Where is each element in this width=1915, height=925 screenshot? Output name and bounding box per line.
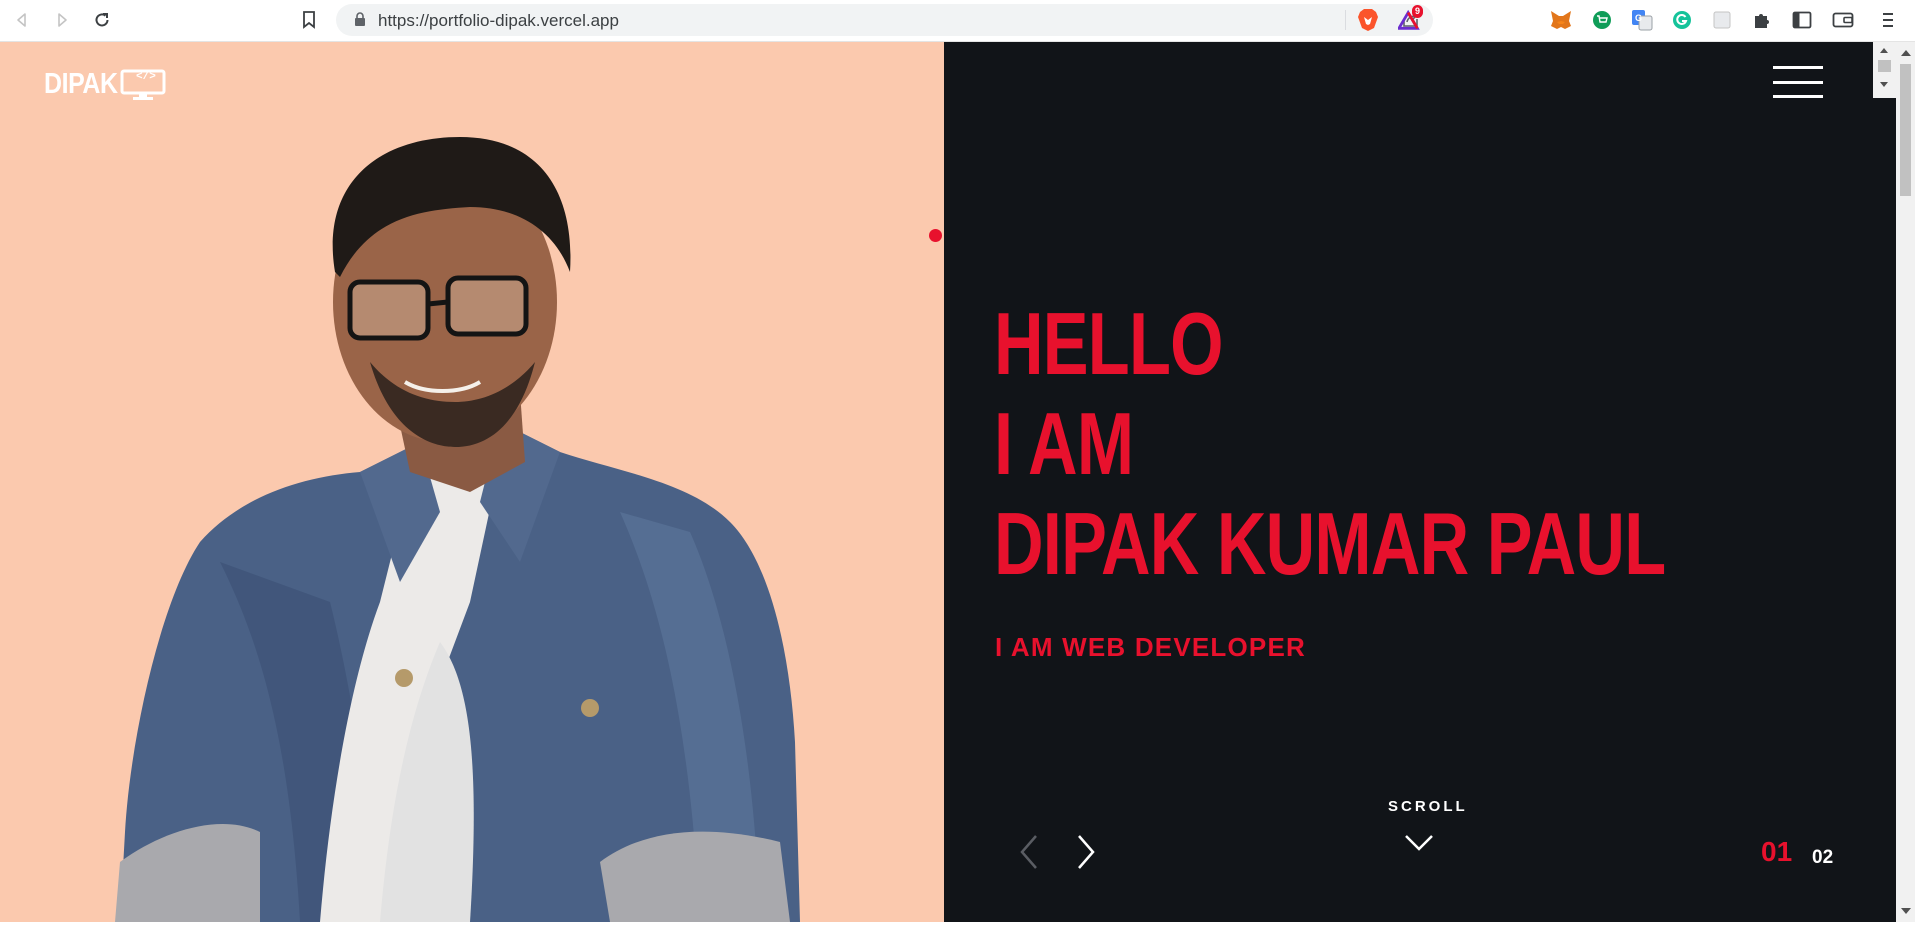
sidebar-icon	[1792, 11, 1812, 29]
hero-headline: HELLO I AM DIPAK KUMAR PAUL	[994, 294, 1666, 594]
forward-arrow-icon	[58, 13, 67, 27]
headline-line-1: HELLO	[994, 294, 1223, 393]
hamburger-menu-button[interactable]	[1773, 66, 1823, 98]
hero-subtitle: I AM WEB DEVELOPER	[995, 632, 1306, 662]
shopping-cart-icon	[1593, 11, 1611, 29]
scroll-up-arrow-icon[interactable]	[1901, 50, 1911, 56]
extensions-button[interactable]	[1750, 8, 1774, 32]
brave-rewards-button[interactable]: 9	[1398, 5, 1424, 32]
url-text: https://portfolio-dipak.vercel.app	[378, 11, 619, 30]
hero-image-pane: DIPAK </>	[0, 42, 944, 922]
translate-extension[interactable]: G	[1630, 8, 1654, 32]
chevron-left-icon	[1020, 835, 1037, 869]
next-slide-button[interactable]	[1071, 832, 1101, 872]
headline-line-3: DIPAK KUMAR PAUL	[994, 494, 1666, 593]
inner-scrollbar[interactable]	[1873, 42, 1896, 98]
prev-slide-button[interactable]	[1014, 832, 1044, 872]
inner-scroll-down-icon	[1880, 82, 1888, 87]
extension-placeholder-icon	[1713, 11, 1731, 29]
more-vertical-icon	[1883, 13, 1893, 27]
site-logo[interactable]: DIPAK </>	[44, 68, 166, 101]
placeholder-extension[interactable]	[1710, 8, 1734, 32]
portfolio-page: DIPAK </> HELLO I AM DIPAK KUMAR PAUL I …	[0, 42, 1896, 922]
slide-number-current[interactable]: 01	[1761, 836, 1792, 868]
back-arrow-icon	[17, 13, 26, 27]
wallet-button[interactable]	[1831, 8, 1855, 32]
chevron-down-icon	[1405, 835, 1433, 851]
scroll-thumb[interactable]	[1900, 64, 1911, 196]
metamask-fox-icon	[1551, 11, 1571, 29]
toolbar-divider	[1345, 10, 1346, 30]
bookmark-button[interactable]	[296, 7, 322, 33]
shopping-extension[interactable]	[1590, 8, 1614, 32]
chevron-right-icon	[1078, 835, 1095, 869]
sidebar-button[interactable]	[1790, 8, 1814, 32]
wallet-icon	[1832, 12, 1854, 28]
inner-scroll-thumb[interactable]	[1878, 60, 1891, 72]
rewards-badge: 9	[1412, 5, 1424, 18]
scroll-down-button[interactable]	[1404, 832, 1434, 859]
browser-toolbar: https://portfolio-dipak.vercel.app 9 G	[0, 0, 1915, 42]
grammarly-icon	[1673, 11, 1691, 29]
back-button[interactable]	[9, 7, 35, 33]
page-scrollbar[interactable]	[1896, 42, 1915, 922]
logo-text: DIPAK	[44, 68, 118, 100]
reload-button[interactable]	[89, 7, 115, 33]
forward-button[interactable]	[49, 7, 75, 33]
address-bar[interactable]: https://portfolio-dipak.vercel.app	[336, 4, 1433, 36]
puzzle-icon	[1755, 14, 1769, 28]
cursor-dot	[929, 229, 942, 242]
portrait-photo	[115, 137, 800, 922]
scroll-label[interactable]: SCROLL	[1388, 798, 1468, 815]
brave-shields-button[interactable]	[1356, 8, 1380, 32]
headline-line-2: I AM	[994, 394, 1134, 493]
grammarly-extension[interactable]	[1670, 8, 1694, 32]
reload-icon	[95, 13, 109, 27]
metamask-extension[interactable]	[1549, 8, 1573, 32]
inner-scroll-up-icon	[1880, 48, 1888, 53]
svg-text:G: G	[1635, 13, 1642, 23]
menu-line	[1773, 80, 1823, 84]
slide-number-next[interactable]: 02	[1812, 847, 1833, 869]
logo-code-glyph: </>	[136, 71, 156, 83]
menu-line	[1773, 66, 1823, 69]
menu-line	[1773, 95, 1823, 98]
google-translate-icon: G	[1632, 10, 1653, 31]
brave-lion-icon	[1358, 9, 1378, 31]
scroll-down-arrow-icon[interactable]	[1901, 908, 1911, 914]
browser-menu-button[interactable]	[1876, 8, 1900, 32]
bookmark-icon	[303, 11, 315, 29]
lock-icon	[355, 12, 365, 26]
